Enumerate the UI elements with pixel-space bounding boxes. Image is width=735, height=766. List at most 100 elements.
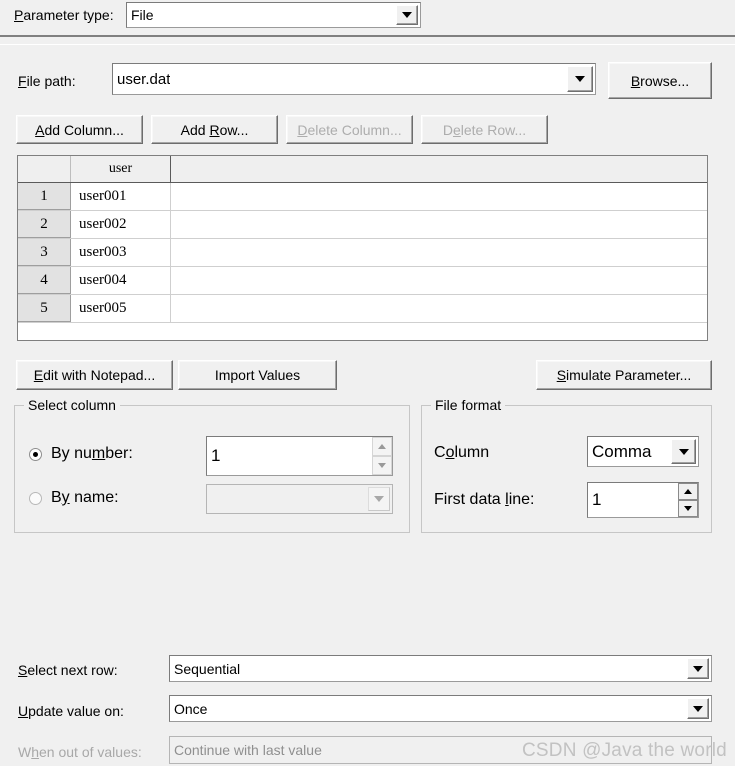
table-row[interactable]: 3 user003 (18, 239, 707, 267)
triangle-up-icon (684, 489, 692, 494)
by-number-label: By number: (51, 445, 133, 462)
grid-column-header[interactable]: user (71, 156, 171, 182)
select-next-row-combo[interactable]: Sequential (169, 655, 712, 682)
simulate-parameter-label: Simulate Parameter... (556, 367, 692, 383)
radio-dot-icon (33, 451, 38, 457)
parameter-file-dialog: Parameter type: File File path: user.dat… (0, 0, 735, 766)
add-column-button[interactable]: Add Column... (16, 115, 143, 144)
grid-cell[interactable]: user002 (71, 211, 171, 238)
by-number-spinner[interactable] (372, 437, 392, 475)
select-next-row-dropdown-button[interactable] (687, 658, 709, 679)
first-data-line-label: First data line: (434, 491, 535, 508)
chevron-down-icon (402, 12, 412, 18)
delete-row-button[interactable]: Delete Row... (421, 115, 548, 144)
table-row[interactable]: 1 user001 (18, 183, 707, 211)
grid-header-row: user (18, 156, 707, 183)
delete-row-label: Delete Row... (442, 121, 527, 138)
file-path-label-rest: ile path: (26, 73, 76, 89)
spinner-down-button[interactable] (678, 500, 698, 517)
by-number-radio[interactable] (29, 447, 42, 461)
parameter-type-row: Parameter type: (14, 3, 114, 27)
section-divider (0, 35, 735, 37)
when-out-of-values-label: When out of values: (18, 744, 142, 760)
grid-cell[interactable]: user001 (71, 183, 171, 210)
column-combo[interactable]: Comma (587, 436, 699, 467)
select-next-row-value: Sequential (174, 660, 241, 677)
chevron-down-icon (678, 448, 689, 455)
triangle-down-icon (684, 506, 692, 511)
triangle-up-icon (378, 444, 386, 449)
select-next-row-label: Select next row: (18, 662, 118, 678)
file-path-dropdown-button[interactable] (567, 66, 593, 92)
row-number[interactable]: 5 (18, 295, 71, 322)
data-grid[interactable]: user 1 user001 2 user002 3 user003 4 use… (17, 155, 708, 341)
column-dropdown-button[interactable] (671, 439, 696, 464)
grid-cell[interactable]: user004 (71, 267, 171, 294)
spinner-up-button[interactable] (372, 437, 392, 456)
when-out-of-values-value: Continue with last value (174, 742, 322, 758)
when-out-of-values-row: When out of values: (18, 742, 142, 762)
by-name-radio[interactable] (29, 491, 42, 505)
chevron-down-icon (693, 665, 703, 672)
select-column-group: Select column By number: 1 By name: (14, 397, 410, 533)
chevron-down-icon (374, 496, 384, 502)
row-number[interactable]: 1 (18, 183, 71, 210)
first-data-line-spinner[interactable] (678, 483, 698, 517)
by-name-combo[interactable] (206, 484, 393, 514)
delete-column-label: Delete Column... (297, 121, 402, 138)
update-value-on-label: Update value on: (18, 703, 124, 719)
chevron-down-icon (575, 76, 585, 82)
by-number-row[interactable]: By number: (29, 443, 133, 465)
by-name-dropdown-button[interactable] (368, 487, 390, 511)
add-row-button[interactable]: Add Row... (151, 115, 278, 144)
by-name-label: By name: (51, 489, 119, 506)
parameter-type-combo[interactable]: File (126, 2, 421, 28)
grid-row-filler (171, 267, 707, 294)
file-path-combo[interactable]: user.dat (112, 63, 596, 95)
add-row-label: Add Row... (180, 121, 249, 138)
triangle-down-icon (378, 463, 386, 468)
parameter-type-dropdown-button[interactable] (396, 5, 418, 25)
row-number[interactable]: 3 (18, 239, 71, 266)
update-value-on-row: Update value on: (18, 701, 124, 721)
delete-column-button[interactable]: Delete Column... (286, 115, 413, 144)
select-next-row-row: Select next row: (18, 660, 118, 680)
edit-with-notepad-label: Edit with Notepad... (33, 367, 156, 383)
grid-header-filler (171, 156, 707, 182)
simulate-parameter-button[interactable]: Simulate Parameter... (536, 360, 712, 390)
grid-row-filler (171, 239, 707, 266)
column-label: Column (434, 444, 490, 461)
row-number[interactable]: 2 (18, 211, 71, 238)
table-row[interactable]: 4 user004 (18, 267, 707, 295)
file-path-row: File path: (18, 70, 76, 92)
column-row: Column (434, 442, 489, 464)
first-data-line-spinbox[interactable]: 1 (587, 482, 699, 518)
import-values-label: Import Values (214, 367, 301, 383)
import-values-button[interactable]: Import Values (178, 360, 337, 390)
table-row[interactable]: 2 user002 (18, 211, 707, 239)
first-data-line-value: 1 (592, 490, 602, 509)
file-path-mnemonic: F (18, 73, 27, 89)
spinner-down-button[interactable] (372, 456, 392, 475)
file-format-group-title: File format (431, 397, 506, 413)
update-value-on-value: Once (174, 700, 208, 717)
table-row[interactable]: 5 user005 (18, 295, 707, 323)
edit-with-notepad-button[interactable]: Edit with Notepad... (16, 360, 173, 390)
grid-row-filler (171, 183, 707, 210)
first-data-line-row: First data line: (434, 489, 535, 511)
spinner-up-button[interactable] (678, 483, 698, 500)
by-number-spinbox[interactable]: 1 (206, 436, 393, 476)
chevron-down-icon (693, 705, 703, 712)
parameter-type-label-rest: arameter type: (23, 7, 114, 23)
update-value-on-dropdown-button[interactable] (687, 698, 709, 719)
update-value-on-combo[interactable]: Once (169, 695, 712, 722)
row-number[interactable]: 4 (18, 267, 71, 294)
panel-top-edge (0, 44, 735, 45)
by-name-row[interactable]: By name: (29, 487, 119, 509)
parameter-type-mnemonic: P (14, 7, 24, 23)
when-out-of-values-combo[interactable]: Continue with last value (169, 736, 712, 764)
grid-row-filler (171, 211, 707, 238)
grid-cell[interactable]: user005 (71, 295, 171, 322)
grid-cell[interactable]: user003 (71, 239, 171, 266)
browse-button[interactable]: Browse... (608, 62, 712, 99)
